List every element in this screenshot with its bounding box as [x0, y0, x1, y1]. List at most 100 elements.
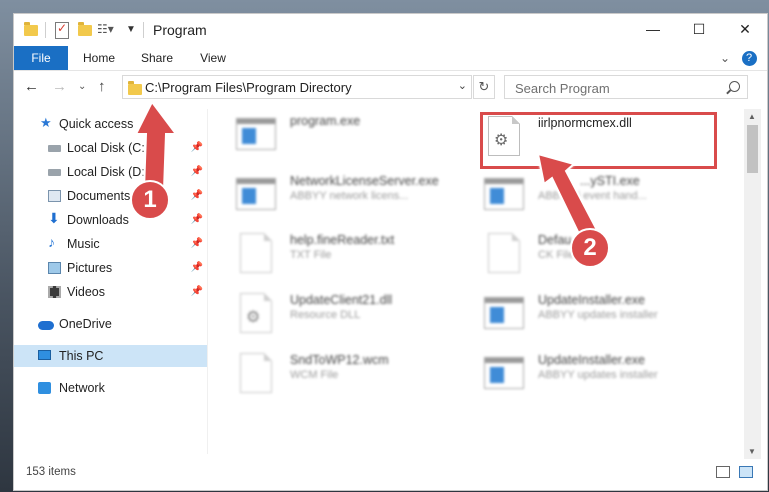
window-title: Program	[153, 22, 207, 38]
wcm-file-icon	[236, 353, 276, 397]
dll-file-icon: ⚙	[236, 293, 276, 337]
file-name: UpdateInstaller.exe	[538, 293, 646, 307]
exe-file-icon	[236, 174, 276, 218]
maximize-button[interactable]: ☐	[676, 14, 722, 44]
nav-label: OneDrive	[59, 317, 112, 331]
file-name: NetworkLicenseServer.exe	[290, 174, 439, 188]
nav-label: Local Disk (C:)	[67, 141, 149, 155]
customize-toolbar-icon[interactable]: ☷▾	[97, 22, 115, 40]
nav-music[interactable]: ♪ Music 📌	[14, 233, 207, 255]
file-description: TXT File	[290, 249, 332, 261]
vertical-scrollbar[interactable]: ▲ ▼	[744, 109, 761, 459]
pictures-icon	[48, 262, 61, 274]
nav-downloads[interactable]: ⬇ Downloads 📌	[14, 209, 207, 231]
search-icon	[729, 81, 740, 92]
tab-view[interactable]: View	[188, 46, 238, 70]
pin-icon[interactable]: 📌	[191, 166, 203, 177]
search-input[interactable]	[513, 77, 727, 99]
file-description: ABBYY updates installer	[538, 369, 658, 381]
exe-file-icon	[484, 174, 524, 218]
file-name: help.fineReader.txt	[290, 233, 395, 247]
cloud-icon	[38, 321, 54, 330]
scroll-up-icon[interactable]: ▲	[748, 112, 756, 121]
quick-access-dropdown-icon[interactable]: ▼	[126, 24, 144, 42]
explorer-window: ☷▾ ▼ Program — ☐ ✕ File Home Share View …	[13, 13, 768, 491]
file-description: WCM File	[290, 369, 339, 381]
nav-this-pc[interactable]: This PC	[14, 345, 207, 367]
nav-label: Downloads	[67, 213, 129, 227]
minimize-button[interactable]: —	[630, 14, 676, 44]
status-bar: 153 items	[14, 459, 767, 489]
exe-file-icon	[484, 293, 524, 337]
scroll-thumb[interactable]	[747, 125, 758, 173]
search-box[interactable]	[504, 75, 748, 99]
exe-file-icon	[236, 114, 276, 158]
back-arrow-icon[interactable]: ←	[24, 78, 39, 95]
exe-file-icon	[484, 353, 524, 397]
refresh-button[interactable]: ↻	[473, 75, 495, 99]
new-folder-icon[interactable]	[76, 21, 94, 39]
computer-icon	[38, 350, 51, 360]
tab-home[interactable]: Home	[74, 46, 124, 70]
nav-network[interactable]: Network	[14, 377, 207, 399]
address-bar[interactable]: C:\Program Files\Program Directory ⌄	[122, 75, 472, 99]
file-name: UpdateInstaller.exe	[538, 353, 646, 367]
file-name: program.exe	[290, 114, 361, 128]
expand-ribbon-icon[interactable]: ⌄	[717, 46, 733, 70]
generic-file-icon	[484, 233, 524, 277]
nav-onedrive[interactable]: OneDrive	[14, 313, 207, 335]
nav-label: Videos	[67, 285, 105, 299]
star-icon: ★	[40, 115, 52, 130]
properties-icon[interactable]	[53, 21, 71, 39]
downloads-icon: ⬇	[48, 210, 60, 226]
nav-label: Documents	[67, 189, 131, 203]
nav-label: Pictures	[67, 261, 113, 275]
nav-videos[interactable]: Videos 📌	[14, 281, 207, 303]
pin-icon[interactable]: 📌	[191, 238, 203, 249]
recent-locations-icon[interactable]: ⌄	[78, 81, 86, 92]
large-icons-view-icon[interactable]	[739, 466, 753, 478]
nav-documents[interactable]: Documents 📌	[14, 185, 207, 207]
documents-icon	[48, 190, 61, 202]
pin-icon[interactable]: 📌	[191, 190, 203, 201]
nav-pictures[interactable]: Pictures 📌	[14, 257, 207, 279]
videos-icon	[48, 286, 61, 298]
pin-icon[interactable]: 📌	[191, 214, 203, 225]
folder-icon	[22, 21, 40, 39]
nav-local-disk-c[interactable]: Local Disk (C:) 📌	[14, 137, 207, 159]
item-count: 153 items	[26, 466, 76, 478]
ribbon-tabs: File Home Share View ⌄ ?	[14, 46, 767, 71]
nav-local-disk-d[interactable]: Local Disk (D:) 📌	[14, 161, 207, 183]
file-description: Resource DLL	[290, 309, 361, 321]
file-description: ABBYY network licens...	[290, 190, 409, 202]
details-view-icon[interactable]	[716, 466, 730, 478]
address-dropdown-icon[interactable]: ⌄	[458, 79, 467, 92]
nav-label: Local Disk (D:)	[67, 165, 149, 179]
title-bar: ☷▾ ▼ Program — ☐ ✕	[14, 14, 767, 46]
tab-share[interactable]: Share	[132, 46, 182, 70]
highlight-box	[480, 112, 717, 169]
file-name: SndToWP12.wcm	[290, 353, 389, 367]
network-icon	[38, 382, 51, 394]
nav-quick-access[interactable]: ★ Quick access	[14, 113, 207, 135]
disk-icon	[48, 169, 61, 176]
pin-icon[interactable]: 📌	[191, 142, 203, 153]
address-row: ← → ⌄ ↑ C:\Program Files\Program Directo…	[14, 71, 767, 103]
up-arrow-icon[interactable]: ↑	[98, 78, 106, 95]
step-1-badge: 1	[130, 180, 170, 220]
navigation-pane: ★ Quick access Local Disk (C:) 📌 Local D…	[14, 109, 207, 454]
address-path: C:\Program Files\Program Directory	[145, 80, 352, 95]
file-description: ABBYY updates installer	[538, 309, 658, 321]
text-file-icon	[236, 233, 276, 277]
nav-label: Music	[67, 237, 100, 251]
disk-icon	[48, 145, 61, 152]
nav-label: Quick access	[59, 117, 134, 131]
pin-icon[interactable]: 📌	[191, 286, 203, 297]
pin-icon[interactable]: 📌	[191, 262, 203, 273]
tab-file[interactable]: File	[14, 46, 68, 70]
help-icon[interactable]: ?	[740, 46, 758, 70]
forward-arrow-icon[interactable]: →	[52, 78, 67, 95]
close-button[interactable]: ✕	[722, 14, 768, 44]
scroll-down-icon[interactable]: ▼	[748, 447, 756, 456]
step-2-badge: 2	[570, 228, 610, 268]
